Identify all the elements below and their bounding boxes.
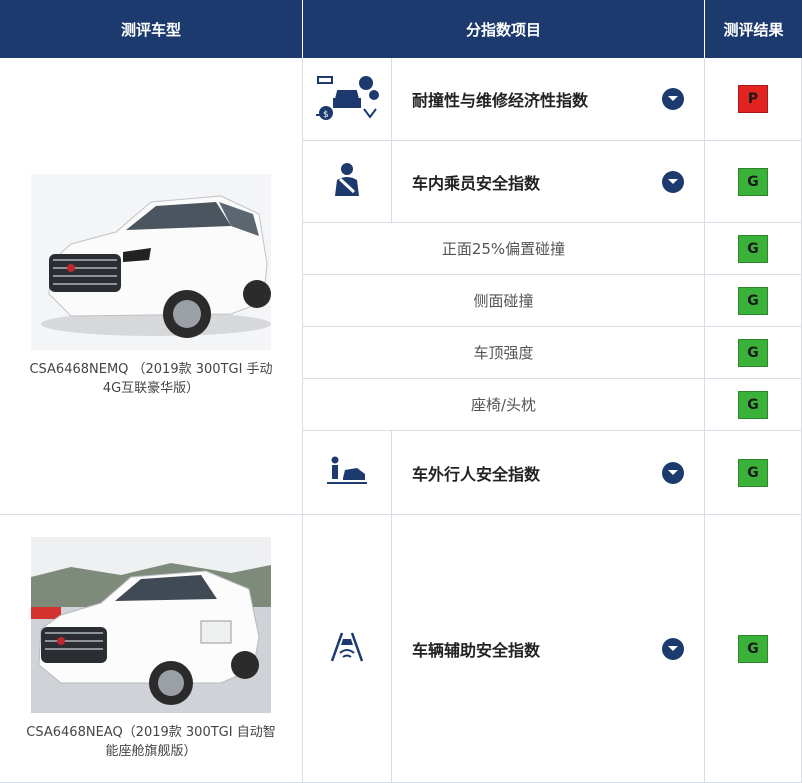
chevron-down-icon[interactable] [662, 170, 684, 193]
row-icon-cell-2 [303, 141, 392, 223]
occupant-seatbelt-icon [331, 162, 363, 202]
row-label-cell-2[interactable]: 车内乘员安全指数 [392, 141, 705, 223]
row-label-cell-3[interactable]: 车外行人安全指数 [392, 431, 705, 515]
header-items: 分指数项目 [303, 0, 704, 58]
result-badge-5: G [738, 338, 768, 367]
svg-text:$: $ [323, 110, 329, 120]
row-label-1: 耐撞性与维修经济性指数 [412, 91, 589, 110]
car-model-cell-1: CSA6468NEMQ （2019款 300TGI 手动4G互联豪华版） [0, 58, 303, 515]
car-caption-2: CSA6468NEAQ（2019款 300TGI 自动智能座舱旗舰版） [26, 724, 276, 759]
row-result-cell-4: G [705, 275, 802, 327]
sub-item-label-1: 正面25%偏置碰撞 [441, 240, 566, 258]
repair-cost-icon: $ [314, 69, 380, 129]
sub-item-cell-4: 座椅/头枕 [303, 379, 705, 431]
row-label-3: 车外行人安全指数 [412, 464, 541, 484]
header-result: 测评结果 [705, 0, 802, 58]
sub-item-cell-3: 车顶强度 [303, 327, 705, 379]
row-label-cell-4[interactable]: 车辆辅助安全指数 [392, 515, 705, 783]
header-model-label: 测评车型 [120, 20, 181, 39]
sub-item-label-2: 侧面碰撞 [473, 292, 534, 310]
row-icon-cell-1: $ [303, 58, 392, 141]
car-model-cell-2: CSA6468NEAQ（2019款 300TGI 自动智能座舱旗舰版） [0, 515, 303, 783]
chevron-down-icon[interactable] [662, 637, 684, 660]
car-image-2 [31, 536, 271, 713]
row-result-cell-5: G [705, 327, 802, 379]
result-badge-4: G [738, 286, 768, 315]
pedestrian-icon [327, 456, 367, 490]
car-image-1 [31, 174, 271, 350]
sub-item-cell-2: 侧面碰撞 [303, 275, 705, 327]
header-items-label: 分指数项目 [465, 20, 541, 39]
sub-item-cell-1: 正面25%偏置碰撞 [303, 223, 705, 275]
header-result-label: 测评结果 [723, 20, 784, 39]
result-badge-3: G [738, 234, 768, 263]
row-result-cell-1: P [705, 58, 802, 141]
result-badge-8: G [738, 634, 768, 663]
row-icon-cell-4 [303, 515, 392, 783]
sub-item-label-3: 车顶强度 [473, 344, 534, 362]
row-label-cell-1[interactable]: 耐撞性与维修经济性指数 [392, 58, 705, 141]
row-result-cell-7: G [705, 431, 802, 515]
chevron-down-icon[interactable] [662, 88, 684, 110]
row-result-cell-3: G [705, 223, 802, 275]
header-model: 测评车型 [0, 0, 302, 58]
row-result-cell-8: G [705, 515, 802, 783]
car-caption-1: CSA6468NEMQ （2019款 300TGI 手动4G互联豪华版） [29, 362, 273, 396]
row-icon-cell-3 [303, 431, 392, 515]
row-result-cell-6: G [705, 379, 802, 431]
row-label-2: 车内乘员安全指数 [412, 173, 541, 193]
chevron-down-icon[interactable] [662, 461, 684, 484]
driver-assist-icon [328, 631, 366, 667]
result-badge-2: G [738, 167, 768, 196]
row-label-4: 车辆辅助安全指数 [412, 640, 541, 660]
row-result-cell-2: G [705, 141, 802, 223]
result-badge-6: G [738, 390, 768, 419]
result-badge-7: G [738, 458, 768, 487]
sub-item-label-4: 座椅/头枕 [470, 396, 537, 414]
result-badge-1: P [738, 85, 768, 113]
